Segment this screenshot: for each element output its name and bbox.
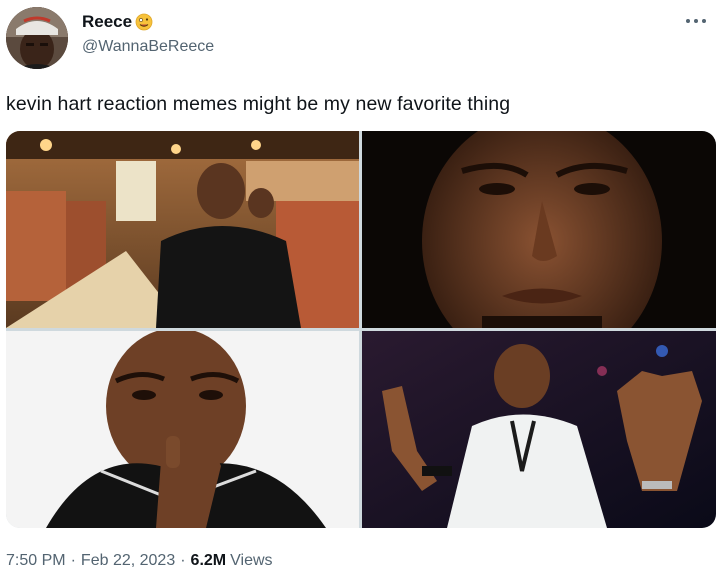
- display-name[interactable]: Reece: [82, 12, 132, 32]
- media-photo-4[interactable]: [362, 331, 716, 528]
- zany-face-emoji-icon: [135, 13, 153, 31]
- dot: [686, 19, 690, 23]
- tweet-card: Reece @WannaBeReece kevin hart reaction …: [0, 0, 720, 579]
- media-photo-2[interactable]: [362, 131, 716, 328]
- dot: [702, 19, 706, 23]
- media-photo-3[interactable]: [6, 331, 359, 528]
- tweet-time[interactable]: 7:50 PM: [6, 552, 66, 570]
- views-label: Views: [230, 552, 273, 569]
- media-grid: [6, 131, 716, 528]
- author-handle[interactable]: @WannaBeReece: [82, 38, 214, 56]
- media-photo-1[interactable]: [6, 131, 359, 328]
- separator: ·: [180, 552, 186, 569]
- more-options-icon[interactable]: [684, 12, 708, 30]
- tweet-text: kevin hart reaction memes might be my ne…: [6, 93, 511, 115]
- author-info: Reece @WannaBeReece: [82, 12, 214, 56]
- dot: [694, 19, 698, 23]
- separator: ·: [70, 552, 76, 569]
- tweet-date[interactable]: Feb 22, 2023: [81, 552, 175, 570]
- name-row: Reece: [82, 12, 214, 32]
- tweet-meta: 7:50 PM · Feb 22, 2023 · 6.2M Views: [6, 552, 273, 570]
- views-count[interactable]: 6.2M: [191, 552, 227, 570]
- avatar[interactable]: [6, 7, 68, 69]
